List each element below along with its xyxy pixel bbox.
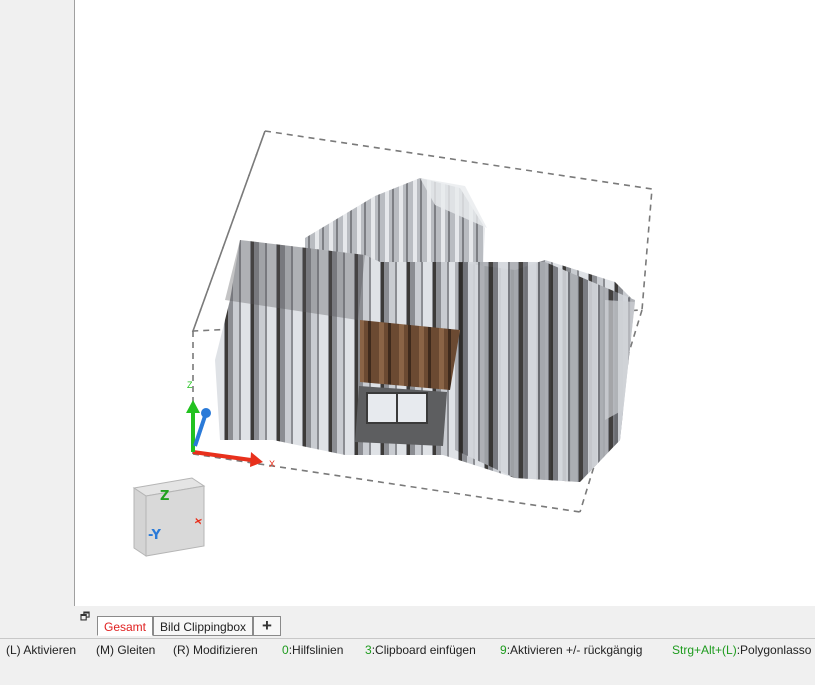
hint-key: 0 <box>282 643 289 657</box>
hint-key: 9 <box>500 643 507 657</box>
hint-text: Modifizieren <box>189 643 258 657</box>
z-axis-label: Z <box>187 380 193 390</box>
hint-key: 3 <box>365 643 372 657</box>
hint-clipboard: 3:Clipboard einfügen <box>365 643 476 657</box>
y-axis-end <box>201 408 211 418</box>
hint-text: Gleiten <box>114 643 156 657</box>
add-tab-button[interactable]: + <box>253 616 281 636</box>
hint-guidelines: 0:Hilfslinien <box>282 643 343 657</box>
point-cloud-scene: Z X Z -Y X <box>132 130 653 557</box>
tab-bild-clippingbox[interactable]: Bild Clippingbox <box>153 616 254 636</box>
z-axis-arrow <box>186 400 200 413</box>
view-cube-front-label: -Y <box>148 528 161 543</box>
hint-polygon-lasso: Strg+Alt+(L):Polygonlasso <box>672 643 811 657</box>
hint-key: (L) <box>6 643 21 657</box>
x-axis-line <box>192 450 252 462</box>
hint-text: :Polygonlasso <box>736 643 812 657</box>
hint-text: :Clipboard einfügen <box>371 643 476 657</box>
hint-text: Aktivieren <box>20 643 77 657</box>
hint-key: (M) <box>96 643 114 657</box>
tab-gesamt[interactable]: Gesamt <box>97 616 154 636</box>
hint-text: :Aktivieren +/- rückgängig <box>506 643 643 657</box>
left-side-panel <box>0 0 75 606</box>
restore-window-icon[interactable]: 🗗 <box>79 610 91 624</box>
hint-activate: (L) Aktivieren <box>6 643 76 657</box>
view-cube-left[interactable] <box>133 487 147 557</box>
hint-undo-activate: 9:Aktivieren +/- rückgängig <box>500 643 642 657</box>
hint-key: (R) <box>173 643 190 657</box>
y-axis-line <box>193 415 207 447</box>
view-cube-top-label: Z <box>160 489 169 504</box>
hint-key: Strg+Alt+(L) <box>672 643 737 657</box>
3d-viewport[interactable]: Z X Z -Y X <box>75 0 815 606</box>
hint-glide: (M) Gleiten <box>96 643 155 657</box>
hint-text: :Hilfslinien <box>288 643 344 657</box>
view-cube[interactable]: Z -Y X <box>132 477 206 557</box>
hint-modify: (R) Modifizieren <box>173 643 258 657</box>
point-cloud-house <box>215 240 635 482</box>
x-axis-label: X <box>269 459 275 469</box>
